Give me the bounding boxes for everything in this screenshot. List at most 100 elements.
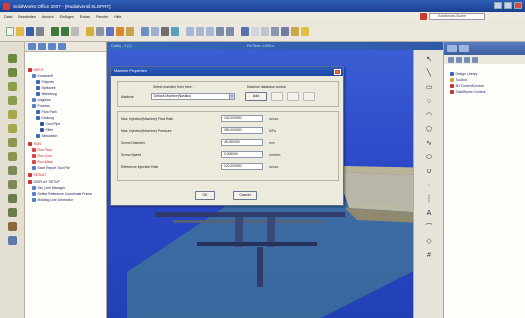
spline-tool-icon[interactable] [8,124,17,133]
zoom-fit-icon[interactable] [186,26,194,36]
delete-machine-button[interactable] [287,92,299,101]
save-icon[interactable] [26,26,34,36]
tree-item[interactable]: Angüsse [32,98,51,102]
fillet-sketch-icon[interactable]: ⌒ [425,224,433,232]
screw-diameter-field[interactable]: 45.000000 [221,139,263,146]
tree-item[interactable]: Filter [40,128,53,132]
circle-tool-icon[interactable] [8,96,17,105]
edit-machine-button[interactable] [271,92,283,101]
tree-item[interactable]: Spritzzeit [36,86,55,90]
tree-item[interactable]: Kühlung [36,116,54,120]
minimize-icon[interactable] [494,2,502,9]
relation-tool-icon[interactable] [8,166,17,175]
resources-tab-icon[interactable] [447,45,457,52]
arc-icon[interactable]: ◠ [425,112,433,120]
tree-item[interactable]: Polymer [36,80,54,84]
feature-manager-tab[interactable] [28,43,36,50]
add-machine-button[interactable]: Add [245,92,267,101]
pressure-field[interactable]: 250.000000 [221,127,263,134]
move-entities-icon[interactable] [8,236,17,245]
cancel-button[interactable]: Cancel [233,191,257,200]
tree-item[interactable]: Run Cool [32,154,52,158]
tree-item[interactable]: Save Report Tool File [32,166,70,170]
menu-help[interactable]: Hilfe [114,15,121,19]
tree-item[interactable]: RUN [28,142,41,146]
tree-item[interactable]: Molding Line Generator [32,198,73,202]
rectangle-tool-icon[interactable] [8,82,17,91]
arc-tool-icon[interactable] [8,110,17,119]
home-icon[interactable] [464,56,470,63]
shaded-edges-icon[interactable] [281,26,289,36]
library-item[interactable]: SolidWorks Content [450,90,485,94]
back-icon[interactable] [448,56,454,63]
dialog-close-icon[interactable]: × [334,68,341,75]
menu-insert[interactable]: Einfügen [60,15,74,19]
ok-button[interactable]: OK [195,191,215,200]
tree-item[interactable]: Kunststoff [32,74,53,78]
rectangle-icon[interactable]: ▭ [425,84,433,92]
add-folder-icon[interactable] [472,56,478,63]
chamfer-icon[interactable] [151,26,159,36]
menu-edit[interactable]: Bearbeiten [18,15,35,19]
tree-item[interactable]: DISPLAY SETUP [28,180,60,184]
mirror-entities-icon[interactable] [8,222,17,231]
tree-item[interactable]: Simulation [36,134,57,138]
extrude-icon[interactable] [116,26,124,36]
library-item[interactable]: Design Library [450,72,477,76]
tree-item[interactable]: RESULT [28,173,47,177]
point-icon[interactable]: · [425,182,433,190]
revolve-icon[interactable] [126,26,134,36]
rebuild-icon[interactable] [86,26,94,36]
select-icon[interactable] [71,26,79,36]
options-icon[interactable] [96,26,104,36]
tree-item[interactable]: Run Warp [32,160,53,164]
text-icon[interactable]: A [425,210,433,218]
undo-icon[interactable] [51,26,59,36]
shaded-icon[interactable] [271,26,279,36]
flow-rate-field[interactable]: 100.000000 [221,115,263,122]
open-icon[interactable] [16,26,24,36]
menu-view[interactable]: Ansicht [42,15,54,19]
tree-item[interactable]: Werkzeug [36,92,57,96]
redo-icon[interactable] [61,26,69,36]
search-input[interactable]: SolidWorks-Suche [429,13,485,20]
import-machine-button[interactable] [303,92,315,101]
search-icon[interactable] [420,13,427,20]
grid-icon[interactable]: # [425,252,433,260]
tree-item[interactable]: INPUT [28,68,44,72]
configuration-manager-tab[interactable] [48,43,56,50]
wireframe-icon[interactable] [251,26,259,36]
property-manager-tab[interactable] [38,43,46,50]
polygon-icon[interactable]: ⬠ [425,126,433,134]
zoom-in-icon[interactable] [206,26,214,36]
mirror-icon[interactable] [171,26,179,36]
tree-item[interactable]: Set_Line Manager [32,186,65,190]
parabola-icon[interactable]: ∪ [425,168,433,176]
arrow-icon[interactable]: ↖ [425,56,433,64]
zoom-area-icon[interactable] [196,26,204,36]
offset-tool-icon[interactable] [8,208,17,217]
view-orientation-icon[interactable] [241,26,249,36]
centerline-icon[interactable]: ┆ [425,196,433,204]
chevron-down-icon[interactable]: ▾ [229,94,234,99]
maximize-icon[interactable] [504,2,512,9]
menu-window[interactable]: Fenster [96,15,108,19]
close-icon[interactable] [514,2,522,9]
menu-tools[interactable]: Extras [80,15,90,19]
injection-rate-field[interactable]: 120.000000 [221,163,263,170]
print-icon[interactable] [36,26,44,36]
hidden-lines-icon[interactable] [261,26,269,36]
circle-icon[interactable]: ○ [425,98,433,106]
forward-icon[interactable] [456,56,462,63]
library-tab-icon[interactable] [459,45,469,52]
tree-item[interactable]: Prozess [32,104,50,108]
dimension-tool-icon[interactable] [8,152,17,161]
new-document-icon[interactable] [6,26,14,36]
tree-item[interactable]: Define Reference Coordinate Frame [32,192,92,196]
dimxpert-tab[interactable] [58,43,66,50]
spline-icon[interactable]: ∿ [425,140,433,148]
library-item[interactable]: 3D ContentCentral [450,84,484,88]
tree-item[interactable]: Cool Pipe [40,122,60,126]
line-tool-icon[interactable] [8,68,17,77]
trim-tool-icon[interactable] [8,180,17,189]
